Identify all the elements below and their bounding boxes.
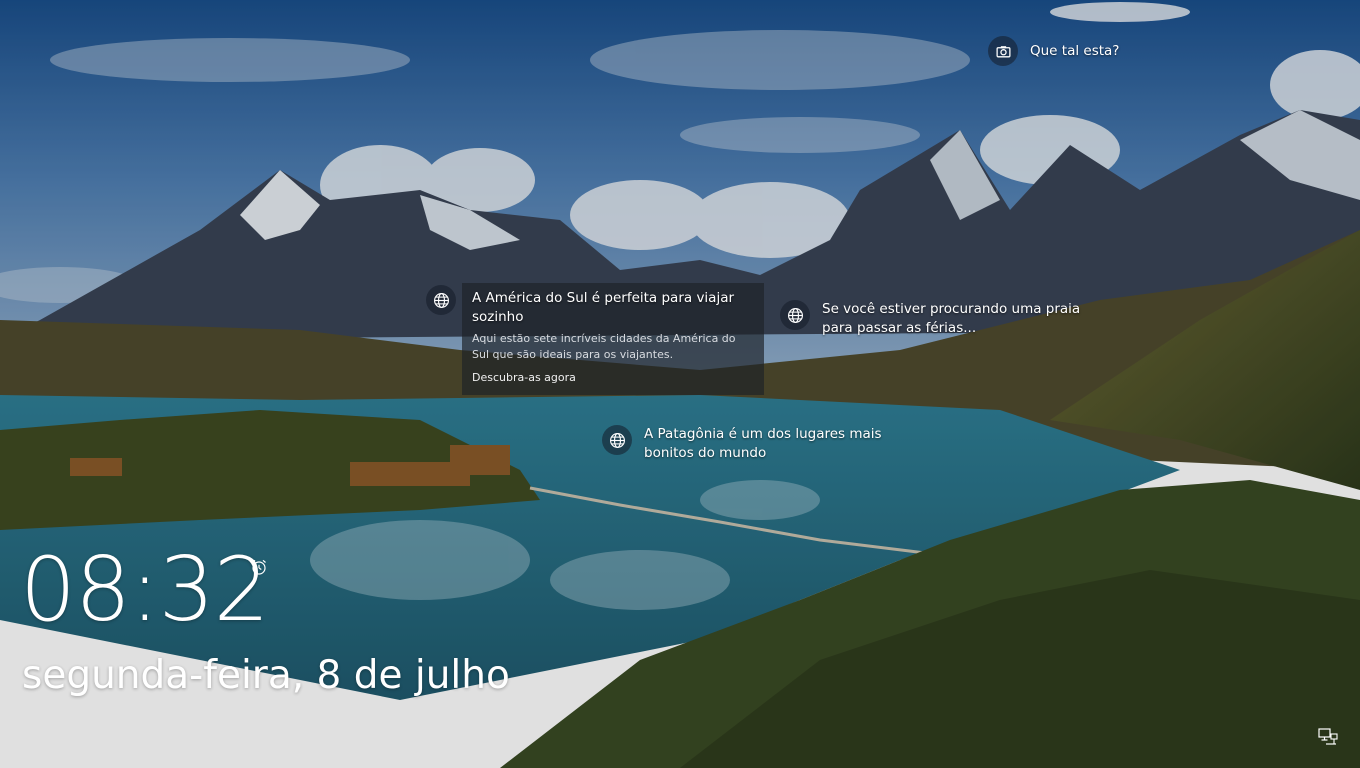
hotspot-beach[interactable]: Se você estiver procurando uma praia par… (780, 300, 1092, 338)
hotspot-title: A América do Sul é perfeita para viajar … (472, 290, 735, 325)
alarm-clock-icon (250, 558, 268, 576)
hotspot-title: Se você estiver procurando uma praia par… (822, 301, 1081, 336)
globe-icon (602, 425, 632, 455)
hotspot-card: A América do Sul é perfeita para viajar … (462, 283, 764, 395)
hotspot-south-america[interactable]: A América do Sul é perfeita para viajar … (426, 283, 764, 395)
network-icon[interactable] (1318, 728, 1338, 746)
spotlight-feedback-button[interactable]: Que tal esta? (988, 36, 1119, 66)
lockscreen-time: 08:32 (20, 538, 270, 641)
hotspot-description: Aqui estão sete incríveis cidades da Amé… (472, 332, 736, 361)
camera-icon (988, 36, 1018, 66)
globe-icon (780, 300, 810, 330)
hotspot-patagonia[interactable]: A Patagônia é um dos lugares mais bonito… (602, 425, 904, 463)
spotlight-feedback-label: Que tal esta? (1030, 42, 1120, 59)
lockscreen-date: segunda-feira, 8 de julho (22, 653, 510, 698)
globe-icon (426, 285, 456, 315)
hotspot-link[interactable]: Descubra-as agora (472, 371, 576, 384)
hotspot-title: A Patagônia é um dos lugares mais bonito… (644, 426, 882, 461)
